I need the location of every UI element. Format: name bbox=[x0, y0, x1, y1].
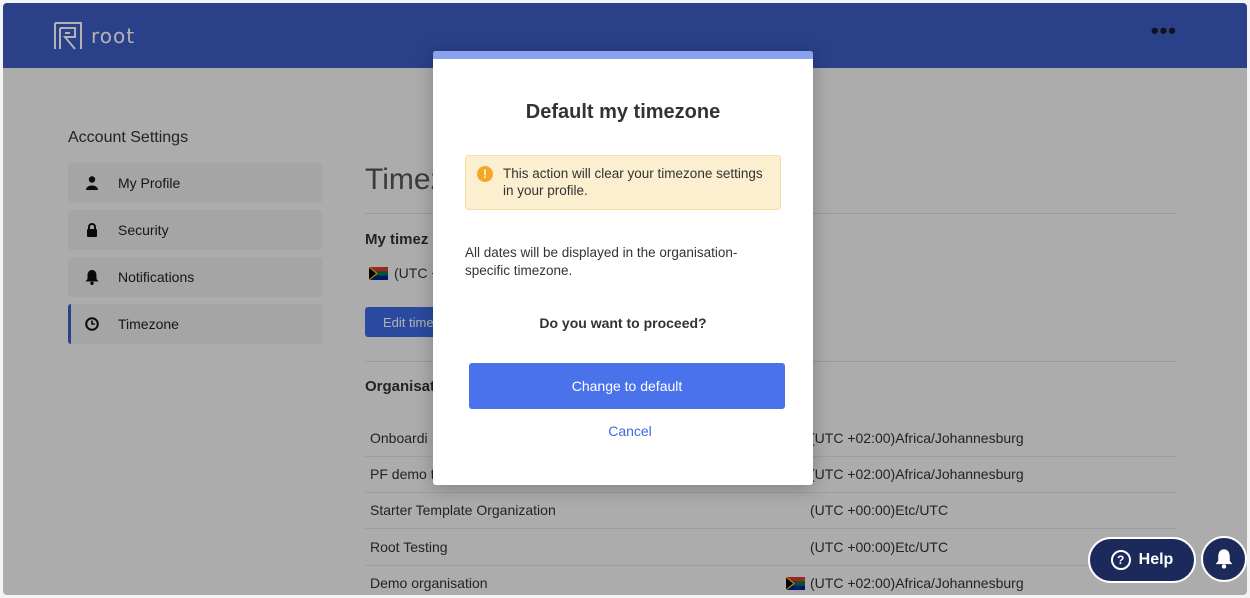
dialog-accent-strip bbox=[433, 51, 813, 59]
dialog-question: Do you want to proceed? bbox=[539, 315, 707, 331]
warning-alert: ! This action will clear your timezone s… bbox=[465, 155, 781, 210]
change-to-default-button[interactable]: Change to default bbox=[469, 363, 785, 409]
confirm-dialog: Default my timezone ! This action will c… bbox=[433, 51, 813, 485]
help-label: Help bbox=[1138, 551, 1174, 568]
help-button[interactable]: ? Help bbox=[1088, 537, 1196, 583]
dialog-title: Default my timezone bbox=[525, 101, 721, 123]
notifications-button[interactable] bbox=[1201, 536, 1247, 582]
dialog-body-text: All dates will be displayed in the organ… bbox=[465, 245, 738, 278]
help-icon: ? bbox=[1110, 550, 1131, 570]
app-frame: root ••• Account Settings My Profile Sec… bbox=[3, 3, 1247, 595]
cancel-link[interactable]: Cancel bbox=[433, 423, 813, 439]
warning-icon: ! bbox=[477, 166, 493, 182]
bell-icon bbox=[1215, 549, 1233, 569]
warning-text: This action will clear your timezone set… bbox=[503, 166, 763, 198]
